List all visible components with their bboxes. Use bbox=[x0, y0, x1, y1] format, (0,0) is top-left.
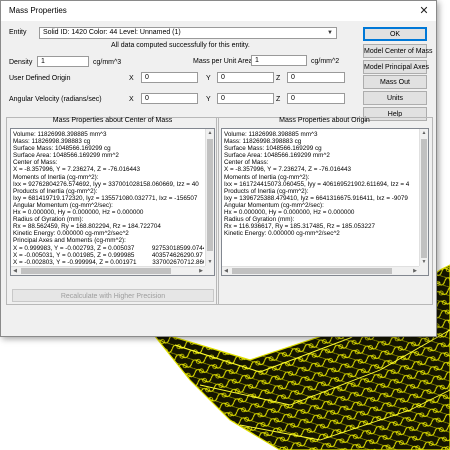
scroll-right-icon[interactable]: ▶ bbox=[197, 267, 205, 275]
angular-velocity-z-label: Z bbox=[276, 96, 281, 103]
result-line: Angular Momentum (cg-mm^2/sec): bbox=[13, 201, 113, 209]
result-line: Kinetic Energy: 0.000000 cg-mm^2/sec^2 bbox=[224, 230, 340, 238]
scroll-thumb[interactable] bbox=[207, 139, 213, 251]
result-line: X = -8.357996, Y = 7.236274, Z = -76.016… bbox=[13, 166, 141, 174]
scroll-right-icon[interactable]: ▶ bbox=[411, 267, 419, 275]
origin-results[interactable]: Volume: 11826998.398885 mm^3 Mass: 118269… bbox=[221, 128, 429, 276]
angular-velocity-x-field[interactable]: 0 bbox=[141, 93, 198, 104]
result-line: Moments of Inertia (cg-mm^2): bbox=[224, 173, 310, 181]
user-origin-z-field[interactable]: 0 bbox=[287, 72, 345, 83]
scroll-down-icon[interactable]: ▼ bbox=[420, 258, 428, 266]
result-line: X = -0.002803, Y = -0.999994, Z = 0.0019… bbox=[13, 258, 204, 265]
result-line: Surface Mass: 1048566.169299 cg bbox=[224, 145, 322, 153]
result-line: Rx = 88.562459, Ry = 168.802294, Rz = 18… bbox=[13, 223, 161, 231]
units-button[interactable]: Units bbox=[363, 91, 427, 105]
center-of-mass-text: Volume: 11826998.398885 mm^3 Mass: 118269… bbox=[13, 131, 204, 265]
user-origin-y-label: Y bbox=[206, 75, 211, 82]
scroll-thumb[interactable] bbox=[421, 139, 427, 258]
entity-select[interactable]: Solid ID: 1420 Color: 44 Level: Unnamed … bbox=[39, 27, 337, 39]
result-line: Surface Mass: 1048566.169299 cg bbox=[13, 145, 111, 153]
ok-button[interactable]: OK bbox=[363, 27, 427, 41]
mass-per-unit-area-field[interactable]: 1 bbox=[251, 55, 307, 66]
result-line: X = -8.357996, Y = 7.236274, Z = -76.016… bbox=[224, 166, 352, 174]
result-line: Volume: 11826998.398885 mm^3 bbox=[13, 131, 107, 138]
scroll-up-icon[interactable]: ▲ bbox=[420, 129, 428, 137]
result-line: X = -0.005031, Y = 0.001985, Z = 0.99998… bbox=[13, 251, 203, 259]
angular-velocity-label: Angular Velocity (radians/sec) bbox=[9, 96, 102, 103]
scroll-thumb[interactable] bbox=[21, 268, 171, 274]
recalculate-button[interactable]: Recalculate with Higher Precision bbox=[12, 289, 214, 302]
scroll-left-icon[interactable]: ◀ bbox=[222, 267, 230, 275]
result-line: Principal Axes and Moments (cg-mm^2): bbox=[13, 237, 126, 245]
density-field[interactable]: 1 bbox=[37, 56, 89, 67]
result-line: Radius of Gyration (mm): bbox=[13, 216, 84, 224]
entity-select-value: Solid ID: 1420 Color: 44 Level: Unnamed … bbox=[43, 29, 181, 36]
window-title: Mass Properties bbox=[9, 6, 67, 15]
close-icon[interactable]: ✕ bbox=[413, 2, 435, 20]
chevron-down-icon: ▼ bbox=[327, 30, 333, 36]
center-vertical-scrollbar[interactable]: ▲ ▼ bbox=[205, 129, 214, 266]
result-line: Radius of Gyration (mm): bbox=[224, 216, 295, 224]
model-center-of-mass-button[interactable]: Model Center of Mass bbox=[363, 44, 432, 58]
result-line: Surface Area: 1048566.169299 mm^2 bbox=[224, 152, 330, 160]
result-line: Center of Mass: bbox=[224, 159, 269, 167]
scroll-corner bbox=[205, 266, 214, 275]
origin-title: Mass Properties about Origin bbox=[279, 117, 370, 124]
result-line: Ixx = 92762804276.574692, Iyy = 33700102… bbox=[13, 180, 199, 188]
result-line: Kinetic Energy: 0.000000 cg-mm^2/sec^2 bbox=[13, 230, 129, 238]
angular-velocity-y-label: Y bbox=[206, 96, 211, 103]
result-line: Rx = 116.936617, Ry = 185.317485, Rz = 1… bbox=[224, 223, 375, 231]
user-origin-y-field[interactable]: 0 bbox=[217, 72, 274, 83]
mass-per-unit-area-unit: cg/mm^2 bbox=[311, 58, 340, 65]
mass-per-unit-area-label: Mass per Unit Area bbox=[193, 58, 253, 65]
user-origin-x-field[interactable]: 0 bbox=[141, 72, 198, 83]
angular-velocity-y-field[interactable]: 0 bbox=[217, 93, 274, 104]
density-unit: cg/mm^3 bbox=[93, 59, 122, 66]
scroll-left-icon[interactable]: ◀ bbox=[11, 267, 19, 275]
status-text: All data computed successfully for this … bbox=[111, 42, 250, 49]
origin-horizontal-scrollbar[interactable]: ◀ ▶ bbox=[222, 266, 419, 275]
result-line: Surface Area: 1048566.169299 mm^2 bbox=[13, 152, 119, 160]
result-line: Moments of Inertia (cg-mm^2): bbox=[13, 173, 99, 181]
scroll-corner bbox=[419, 266, 428, 275]
scroll-up-icon[interactable]: ▲ bbox=[206, 129, 214, 137]
result-line: Volume: 11826998.398885 mm^3 bbox=[224, 131, 318, 138]
result-line: X = 0.999983, Y = -0.002793, Z = 0.00503… bbox=[13, 244, 204, 252]
result-line: Products of Inertia (cg-mm^2): bbox=[13, 187, 98, 195]
result-line: Mass: 11826998.398883 cg bbox=[224, 138, 302, 146]
result-line: Ixy = 681419719.172320, Iyz = 135571080.… bbox=[13, 194, 198, 202]
model-principal-axes-button[interactable]: Model Principal Axes bbox=[363, 60, 429, 74]
center-of-mass-results[interactable]: Volume: 11826998.398885 mm^3 Mass: 118269… bbox=[10, 128, 215, 276]
result-line: Hx = 0.000000, Hy = 0.000000, Hz = 0.000… bbox=[13, 209, 144, 217]
result-line: Hx = 0.000000, Hy = 0.000000, Hz = 0.000… bbox=[224, 209, 355, 217]
center-of-mass-title: Mass Properties about Center of Mass bbox=[52, 117, 173, 124]
user-origin-x-label: X bbox=[129, 75, 134, 82]
user-origin-z-label: Z bbox=[276, 75, 281, 82]
mass-properties-dialog: Mass Properties ✕ Entity Solid ID: 1420 … bbox=[0, 0, 437, 337]
entity-label: Entity bbox=[9, 29, 27, 36]
center-horizontal-scrollbar[interactable]: ◀ ▶ bbox=[11, 266, 205, 275]
angular-velocity-z-field[interactable]: 0 bbox=[287, 93, 345, 104]
result-line: Ixx = 161724415073.060455, Iyy = 4061695… bbox=[224, 180, 410, 188]
origin-vertical-scrollbar[interactable]: ▲ ▼ bbox=[419, 129, 428, 266]
result-line: Mass: 11826998.398883 cg bbox=[13, 138, 91, 146]
mass-out-button[interactable]: Mass Out bbox=[363, 75, 427, 89]
scroll-thumb[interactable] bbox=[232, 268, 392, 274]
scroll-down-icon[interactable]: ▼ bbox=[206, 258, 214, 266]
result-line: Products of Inertia (cg-mm^2): bbox=[224, 187, 309, 195]
user-origin-label: User Defined Origin bbox=[9, 75, 71, 82]
title-bar[interactable]: Mass Properties ✕ bbox=[1, 1, 436, 21]
origin-text: Volume: 11826998.398885 mm^3 Mass: 118269… bbox=[224, 131, 418, 265]
result-line: Angular Momentum (cg-mm^2/sec): bbox=[224, 201, 324, 209]
result-line: Center of Mass: bbox=[13, 159, 58, 167]
result-line: Ixy = 1396725388.479410, Iyz = 664131667… bbox=[224, 194, 408, 202]
angular-velocity-x-label: X bbox=[129, 96, 134, 103]
density-label: Density bbox=[9, 59, 33, 66]
